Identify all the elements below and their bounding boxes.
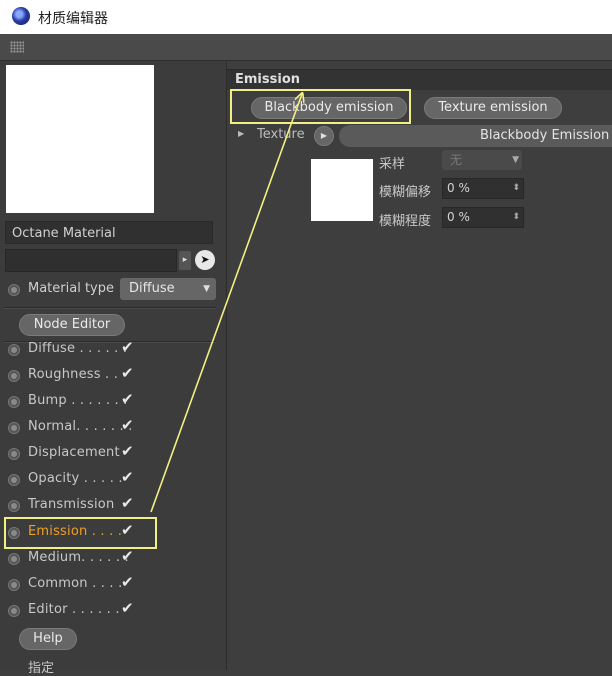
annotation-arrow xyxy=(150,0,612,513)
annotation-arrow-line xyxy=(150,94,302,513)
